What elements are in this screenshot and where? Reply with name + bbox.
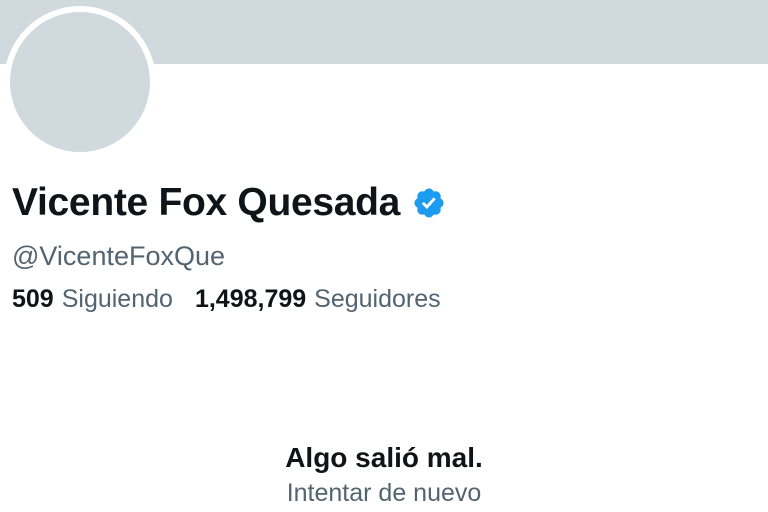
verified-badge-icon[interactable] xyxy=(412,186,446,220)
following-count: 509 xyxy=(12,285,54,313)
avatar[interactable] xyxy=(4,6,156,158)
retry-container: Intentar de nuevo xyxy=(0,476,768,510)
profile-page: Vicente Fox Quesada @VicenteFoxQue 509 S… xyxy=(0,0,768,512)
following-link[interactable]: 509 Siguiendo xyxy=(12,282,173,316)
profile-handle: @VicenteFoxQue xyxy=(12,241,226,271)
display-name: Vicente Fox Quesada xyxy=(12,181,401,224)
profile-name-row: Vicente Fox Quesada xyxy=(12,178,446,228)
followers-link[interactable]: 1,498,799 Seguidores xyxy=(195,282,441,316)
retry-button[interactable]: Intentar de nuevo xyxy=(287,479,482,507)
followers-label: Seguidores xyxy=(314,285,441,313)
followers-count: 1,498,799 xyxy=(194,285,307,313)
following-label: Siguiendo xyxy=(61,285,173,313)
profile-stats: 509 Siguiendo 1,498,799 Seguidores xyxy=(12,282,463,316)
error-message: Algo salió mal. xyxy=(285,442,483,473)
